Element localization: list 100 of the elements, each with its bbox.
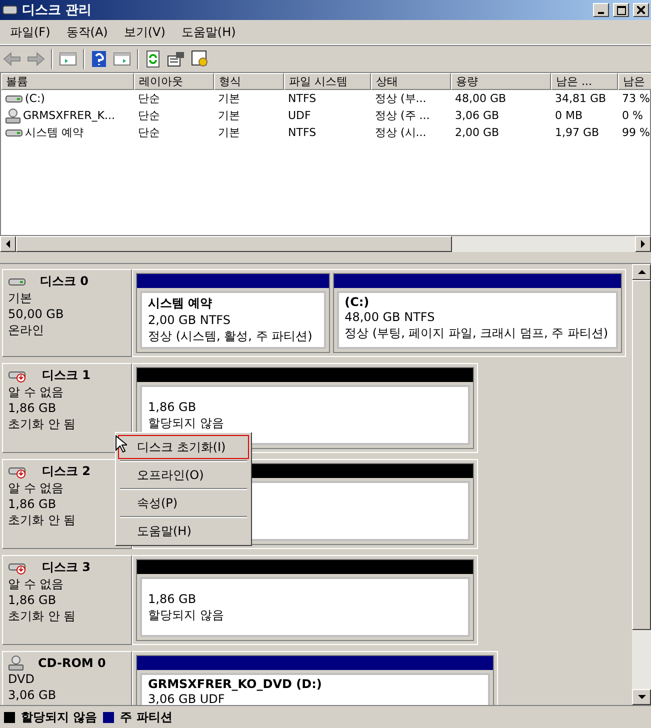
partition-info: 2,00 GB NTFS [148, 312, 232, 328]
column-header[interactable]: 상태 [371, 73, 451, 90]
table-cell: 기본 [218, 108, 240, 123]
disk-drive-icon [8, 276, 26, 286]
scroll-right-icon[interactable] [635, 236, 651, 252]
volume-row[interactable]: (C:) 단순 기본 NTFS 정상 (부... 48,00 GB 34,81 GB 73 % [1, 90, 650, 107]
window-title: 디스크 관리 [22, 2, 93, 19]
table-cell: 48,00 GB [455, 92, 506, 105]
partition-info: 정상 (부팅, 페이지 파일, 크래시 덤프, 주 파티션) [344, 325, 610, 341]
partition-panel[interactable]: 1,86 GB 할당되지 않음 [136, 559, 474, 641]
disk-info: 알 수 없음 [8, 384, 65, 400]
disk-drive-icon [5, 94, 23, 104]
partition-title: 시스템 예약 [148, 295, 214, 312]
disk-info: 3,06 GB [8, 687, 58, 703]
volume-row[interactable]: 시스템 예약 단순 기본 NTFS 정상 (시... 2,00 GB 1,97 GB 99 % [1, 124, 650, 141]
column-header[interactable]: 파일 시스템 [284, 73, 371, 90]
table-cell: 단순 [138, 91, 160, 106]
column-header[interactable]: 레이아웃 [134, 73, 214, 90]
table-cell: 기본 [218, 91, 240, 106]
disk-warning-icon [8, 560, 28, 574]
pane-icon[interactable] [113, 51, 131, 67]
table-cell: 기본 [218, 125, 240, 140]
legend-label: 주 파티션 [120, 708, 172, 726]
menu-item[interactable]: 보기(V) [116, 22, 174, 42]
partition-info: 1,86 GB [148, 591, 198, 607]
disk-info: 초기화 안 됨 [8, 608, 77, 624]
legend-label: 할당되지 않음 [21, 708, 98, 726]
table-cell: NTFS [288, 126, 316, 139]
column-header[interactable]: 남은 ... [551, 73, 618, 90]
table-cell: 1,97 GB [555, 126, 600, 139]
disk-info: 1,86 GB [8, 400, 58, 416]
disk-info: 온라인 [8, 322, 45, 338]
disk-warning-icon [8, 368, 28, 382]
column-header[interactable]: 볼륨 [1, 73, 134, 90]
minimize-button[interactable] [593, 3, 609, 17]
disk-info: 1,86 GB [8, 496, 58, 512]
disk-drive-icon [5, 128, 23, 138]
app-icon [2, 3, 18, 17]
partition-info: 정상 (시스템, 활성, 주 파티션) [148, 328, 314, 344]
partition-info: 할당되지 않음 [148, 415, 225, 431]
vertical-scrollbar[interactable] [632, 264, 651, 705]
table-cell: 0 % [622, 109, 643, 122]
cd-drive-icon [8, 655, 24, 671]
disk-info: 알 수 없음 [8, 480, 65, 496]
maximize-button[interactable] [613, 3, 629, 17]
pane-icon[interactable] [59, 51, 77, 67]
table-cell: (C:) [25, 92, 45, 105]
table-cell: 3,06 GB [455, 109, 500, 122]
table-cell: GRMSXFRER_K... [23, 109, 115, 122]
table-cell: 73 % [622, 92, 650, 105]
close-icon [637, 6, 645, 14]
table-cell: 34,81 GB [555, 92, 606, 105]
partition-info: 할당되지 않음 [148, 607, 225, 623]
disk-info: 초기화 안 됨 [8, 416, 77, 432]
menu-item[interactable]: 도움말(H) [173, 22, 244, 42]
disk-info: 50,00 GB [8, 306, 65, 322]
disk-name: 디스크 2 [42, 463, 91, 480]
column-header[interactable]: 용량 [451, 73, 551, 90]
disk-name: CD-ROM 0 [38, 656, 106, 670]
close-button[interactable] [633, 3, 649, 17]
table-cell: 2,00 GB [455, 126, 500, 139]
volume-row[interactable]: GRMSXFRER_K... 단순 기본 UDF 정상 (주 ... 3,06 GB 0 MB 0 % [1, 107, 650, 124]
scroll-down-icon[interactable] [632, 689, 651, 705]
partition-info: 48,00 GB NTFS [344, 309, 436, 325]
disk-label-panel[interactable]: 디스크 3 알 수 없음 1,86 GB 초기화 안 됨 [2, 555, 132, 645]
table-cell: UDF [288, 109, 311, 122]
disk-info: 1,86 GB [8, 592, 58, 608]
disk-name: 디스크 3 [42, 559, 91, 576]
partition-title: (C:) [344, 295, 370, 309]
disk-info: 알 수 없음 [8, 576, 65, 592]
maximize-icon [616, 6, 626, 14]
partition-panel[interactable]: 시스템 예약 2,00 GB NTFS 정상 (시스템, 활성, 주 파티션) [136, 273, 330, 353]
menu-item[interactable]: 오프라인(O) [118, 463, 249, 487]
partition-title: GRMSXFRER_KO_DVD (D:) [148, 677, 323, 691]
menu-item[interactable]: 속성(P) [118, 491, 249, 515]
menu-item[interactable]: 디스크 초기화(I) [118, 435, 249, 459]
scroll-left-icon[interactable] [0, 236, 16, 252]
refresh-icon[interactable] [145, 50, 161, 68]
table-cell: 정상 (부... [375, 91, 426, 106]
partition-panel[interactable]: (C:) 48,00 GB NTFS 정상 (부팅, 페이지 파일, 크래시 덤프, 주 파티션) [332, 273, 622, 353]
disk-warning-icon [8, 464, 28, 478]
menu-item[interactable]: 파일(F) [2, 22, 58, 42]
column-header[interactable]: 형식 [214, 73, 284, 90]
disk-info: 기본 [8, 290, 33, 306]
column-header[interactable]: 남은 [618, 73, 651, 90]
properties-icon[interactable] [167, 51, 185, 67]
scroll-thumb[interactable] [632, 280, 651, 630]
disk-name: 디스크 0 [40, 273, 89, 290]
disk-info: DVD [8, 671, 36, 687]
partition-info: 1,86 GB [148, 399, 198, 415]
help-icon[interactable] [91, 50, 107, 68]
disk-info: 초기화 안 됨 [8, 512, 77, 528]
partition-panel[interactable]: GRMSXFRER_KO_DVD (D:) 3,06 GB UDF [136, 655, 494, 705]
scroll-up-icon[interactable] [632, 264, 651, 280]
disk-label-panel[interactable]: 디스크 0 기본 50,00 GB 온라인 [2, 269, 132, 357]
scroll-thumb[interactable] [16, 236, 452, 252]
disk-name: 디스크 1 [42, 367, 91, 384]
menu-item[interactable]: 동작(A) [58, 22, 116, 42]
table-cell: NTFS [288, 92, 316, 105]
horizontal-scrollbar[interactable] [0, 236, 651, 252]
